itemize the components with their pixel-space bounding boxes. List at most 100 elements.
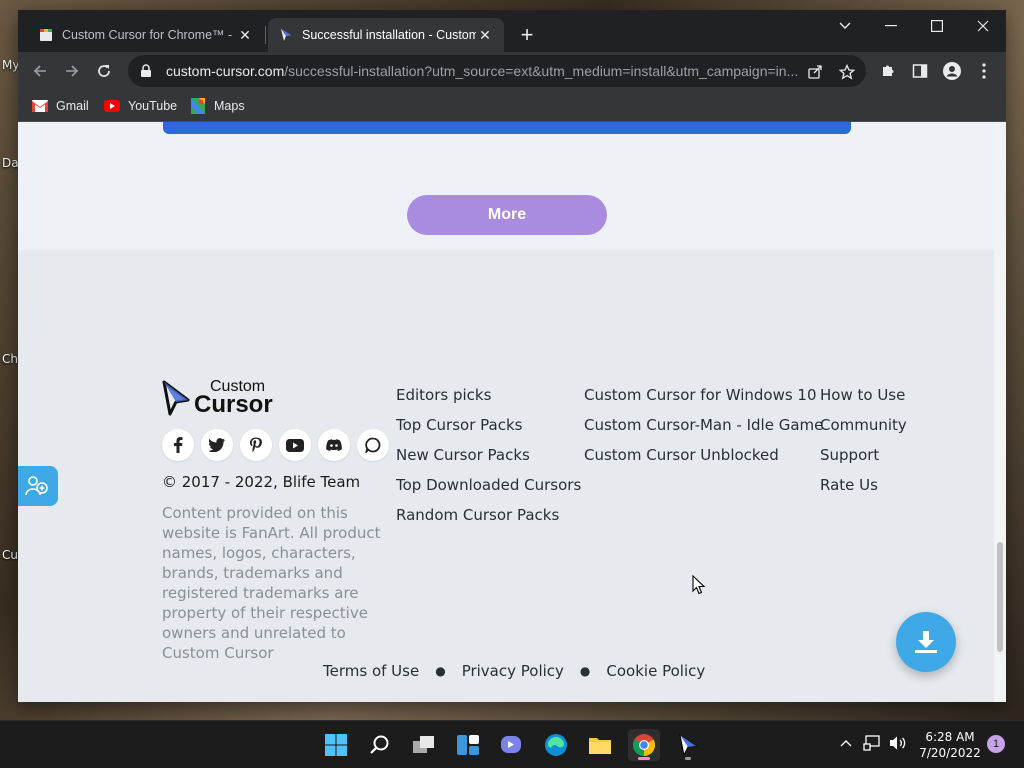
custom-cursor-app-icon[interactable] (672, 729, 704, 761)
file-explorer-icon[interactable] (584, 729, 616, 761)
web-page: More Custom Cursor © 2017 - 2022, Blife … (18, 122, 1006, 702)
lock-icon[interactable] (140, 63, 156, 79)
tab-successful-installation[interactable]: Successful installation - Custom C ✕ (268, 18, 504, 52)
address-bar[interactable]: custom-cursor.com /successful-installati… (128, 55, 866, 87)
youtube-icon[interactable] (279, 429, 311, 461)
notification-badge[interactable]: 1 (987, 735, 1005, 753)
volume-icon[interactable] (888, 733, 908, 753)
clock-time: 6:28 AM (925, 730, 975, 744)
more-button[interactable]: More (407, 195, 607, 235)
logo-text-line2: Cursor (194, 391, 273, 419)
separator-dot: ● (435, 664, 446, 678)
browser-window: Custom Cursor for Chrome™ - Ch ✕ Success… (18, 10, 1006, 702)
scrollbar-thumb[interactable] (997, 542, 1003, 652)
tab-divider (265, 26, 266, 44)
bookmark-label: YouTube (128, 99, 178, 113)
blue-banner-strip (163, 122, 851, 134)
start-windows-icon[interactable] (320, 729, 352, 761)
copyright-text: © 2017 - 2022, Blife Team (162, 473, 361, 491)
chat-bubble-icon[interactable] (357, 429, 389, 461)
page-scrollbar[interactable] (994, 122, 1006, 702)
url-host: custom-cursor.com (166, 63, 285, 79)
maximize-icon[interactable] (914, 10, 960, 42)
footer-link-top-cursor-packs[interactable]: Top Cursor Packs (396, 410, 581, 440)
footer-link-random-packs[interactable]: Random Cursor Packs (396, 500, 581, 530)
new-tab-button[interactable]: + (515, 24, 539, 48)
custom-cursor-logo[interactable]: Custom Cursor (162, 378, 286, 418)
browser-toolbar: custom-cursor.com /successful-installati… (18, 52, 1006, 90)
tab-title: Successful installation - Custom C (302, 28, 476, 42)
bookmark-maps[interactable]: Maps (190, 96, 245, 116)
desktop-icon-label[interactable]: Da (2, 156, 19, 170)
reload-icon[interactable] (90, 57, 118, 85)
search-icon[interactable] (364, 729, 396, 761)
extensions-puzzle-icon[interactable] (878, 61, 898, 81)
close-icon[interactable]: ✕ (236, 26, 254, 44)
terms-of-use-link[interactable]: Terms of Use (323, 662, 419, 680)
footer-link-unblocked[interactable]: Custom Cursor Unblocked (584, 440, 823, 470)
clock-date: 7/20/2022 (919, 746, 981, 760)
download-button[interactable] (896, 612, 956, 672)
teams-chat-icon[interactable] (496, 729, 528, 761)
widgets-icon[interactable] (452, 729, 484, 761)
desktop-icon-label[interactable]: Ch (2, 352, 18, 366)
desktop-icon-label[interactable]: Cu (2, 548, 18, 562)
tab-search-chevron-icon[interactable] (822, 10, 868, 42)
window-close-icon[interactable] (960, 10, 1006, 42)
footer-link-top-downloaded[interactable]: Top Downloaded Cursors (396, 470, 581, 500)
youtube-icon (104, 98, 120, 114)
minimize-icon[interactable] (868, 10, 914, 42)
network-icon[interactable] (862, 733, 882, 753)
mouse-pointer-icon (692, 574, 706, 600)
cursor-favicon-icon (278, 27, 294, 43)
footer-link-new-cursor-packs[interactable]: New Cursor Packs (396, 440, 581, 470)
task-view-icon[interactable] (408, 729, 440, 761)
open-app-indicator (685, 757, 691, 760)
download-icon (915, 631, 937, 653)
footer-link-rate-us[interactable]: Rate Us (820, 470, 907, 500)
forward-arrow-icon[interactable] (58, 57, 86, 85)
bookmark-star-icon[interactable] (838, 63, 856, 81)
discord-icon[interactable] (318, 429, 350, 461)
bookmark-gmail[interactable]: Gmail (32, 96, 89, 116)
privacy-policy-link[interactable]: Privacy Policy (462, 662, 564, 680)
community-widget-button[interactable] (18, 466, 58, 506)
share-icon[interactable] (806, 63, 824, 81)
store-favicon-icon (38, 27, 54, 43)
back-arrow-icon[interactable] (26, 57, 54, 85)
footer-link-how-to-use[interactable]: How to Use (820, 380, 907, 410)
cookie-policy-link[interactable]: Cookie Policy (606, 662, 705, 680)
bookmark-label: Gmail (56, 99, 89, 113)
edge-browser-icon[interactable] (540, 729, 572, 761)
users-add-icon (25, 476, 48, 496)
profile-avatar-icon[interactable] (942, 61, 962, 81)
gmail-icon (32, 98, 48, 114)
separator-dot: ● (579, 664, 591, 678)
legal-links: Terms of Use ● Privacy Policy ● Cookie P… (323, 662, 705, 680)
footer-link-editors-picks[interactable]: Editors picks (396, 380, 581, 410)
maps-icon (190, 98, 206, 114)
footer-link-windows-10[interactable]: Custom Cursor for Windows 10 (584, 380, 823, 410)
footer-links-column-3: How to Use Community Support Rate Us (820, 380, 907, 500)
active-app-indicator (638, 757, 650, 760)
system-clock[interactable]: 6:28 AM 7/20/2022 (918, 729, 982, 761)
chrome-taskbar-icon[interactable] (628, 729, 660, 761)
bookmark-label: Maps (214, 99, 245, 113)
close-icon[interactable]: ✕ (476, 26, 494, 44)
pinterest-icon[interactable] (240, 429, 272, 461)
footer-link-support[interactable]: Support (820, 440, 907, 470)
facebook-icon[interactable] (162, 429, 194, 461)
bookmark-youtube[interactable]: YouTube (104, 96, 177, 116)
chevron-up-icon[interactable] (836, 733, 856, 753)
tab-custom-cursor-chrome[interactable]: Custom Cursor for Chrome™ - Ch ✕ (28, 18, 264, 52)
tab-bar: Custom Cursor for Chrome™ - Ch ✕ Success… (18, 10, 1006, 52)
side-panel-icon[interactable] (910, 61, 930, 81)
kebab-menu-icon[interactable] (974, 61, 994, 81)
bookmarks-bar: Gmail YouTube Maps (18, 90, 1006, 122)
footer-link-community[interactable]: Community (820, 410, 907, 440)
footer-link-idle-game[interactable]: Custom Cursor-Man - Idle Game (584, 410, 823, 440)
twitter-icon[interactable] (201, 429, 233, 461)
tab-title: Custom Cursor for Chrome™ - Ch (62, 28, 236, 42)
desktop-icon-label[interactable]: My (2, 58, 19, 72)
cursor-logo-icon (162, 380, 190, 416)
